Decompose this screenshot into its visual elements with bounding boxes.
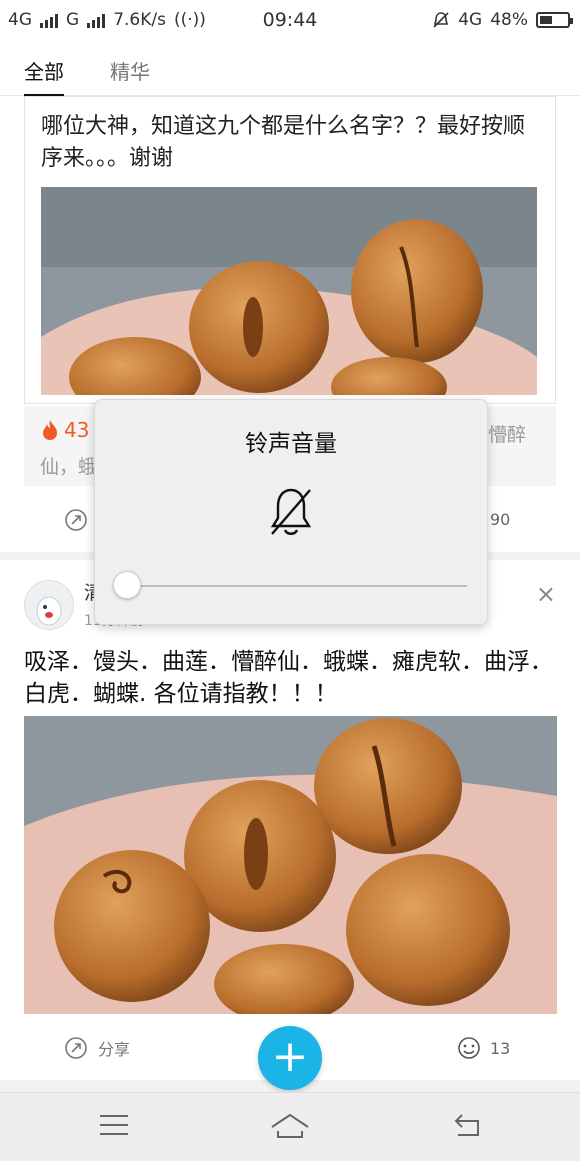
tab-all[interactable]: 全部 [24, 56, 64, 97]
post-text: 吸泽．馒头．曲莲．懵醉仙．蛾蝶．瘫虎软．曲浮．白虎．蝴蝶. 各位请指教！！！ [24, 649, 553, 707]
reply-button[interactable]: 13 [456, 1036, 510, 1060]
seeds-photo-1 [41, 187, 537, 395]
tab-featured[interactable]: 精华 [110, 56, 150, 85]
reply-count-1[interactable]: 90 [490, 510, 510, 529]
close-icon[interactable]: × [536, 580, 556, 608]
home-icon[interactable] [270, 1113, 310, 1139]
avatar[interactable] [24, 580, 74, 630]
meta-right-text: 懵醉 [487, 424, 526, 446]
new-post-button[interactable]: + [258, 1026, 322, 1090]
volume-popup: 铃声音量 [94, 399, 488, 625]
share-icon-2 [65, 1037, 87, 1059]
hot-count: 43 [64, 418, 90, 442]
tab-bar: 全部 精华 [0, 40, 580, 97]
volume-slider-track[interactable] [125, 585, 467, 587]
menu-icon[interactable] [100, 1113, 128, 1137]
avatar-image [25, 581, 73, 629]
fire-icon [43, 420, 57, 440]
meta-second-line: 仙，蛾 [40, 456, 98, 478]
back-icon[interactable] [452, 1113, 482, 1137]
network-type-3: 4G [458, 10, 483, 30]
question-box[interactable]: 哪位大神，知道这九个都是什么名字？？最好按顺序来。。。谢谢 [24, 96, 556, 404]
mute-icon [433, 12, 449, 28]
reply-count-2: 13 [490, 1038, 511, 1058]
battery-percent: 48% [490, 10, 528, 30]
share-label: 分享 [98, 1040, 131, 1059]
battery-icon [536, 12, 573, 28]
system-nav-bar [0, 1092, 580, 1161]
post-image-2[interactable] [24, 716, 557, 1014]
volume-slider-thumb[interactable] [113, 571, 141, 599]
volume-title: 铃声音量 [245, 431, 337, 457]
hot-indicator: 43 [40, 418, 89, 442]
post-card-2: 清 11分钟前 × 吸泽．馒头．曲莲．懵醉仙．蛾蝶．瘫虎软．曲浮．白虎．蝴蝶. … [0, 560, 580, 1080]
status-bar: 4G G 7.6K/s ((·)) 09:44 4G 48% [0, 0, 580, 40]
share-icon[interactable] [64, 508, 88, 532]
question-text: 哪位大神，知道这九个都是什么名字？？最好按顺序来。。。谢谢 [41, 114, 526, 171]
seeds-photo-2 [24, 716, 557, 1014]
emoji-reply-icon [458, 1037, 480, 1059]
share-button[interactable]: 分享 [64, 1036, 130, 1060]
post-image-1[interactable] [41, 187, 537, 395]
bell-muted-icon [270, 488, 312, 535]
